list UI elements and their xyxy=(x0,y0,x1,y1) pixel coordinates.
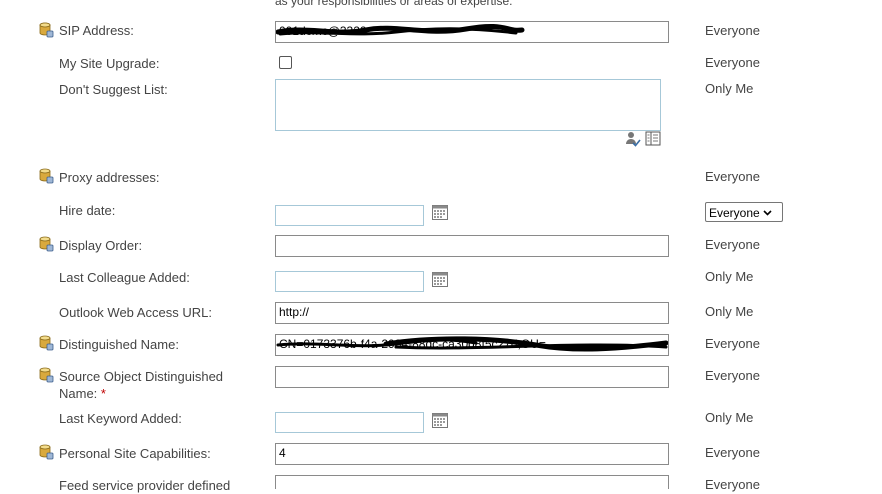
feed-service-provider-privacy: Everyone xyxy=(705,477,760,492)
required-mark: * xyxy=(100,386,106,401)
check-names-icon[interactable] xyxy=(625,131,641,147)
calendar-icon[interactable] xyxy=(432,413,448,428)
sip-address-input[interactable]: 001dcmc@3322... xyxy=(275,21,669,43)
database-icon xyxy=(39,22,54,38)
database-icon xyxy=(39,168,54,184)
database-icon xyxy=(39,236,54,252)
proxy-addresses-label: Proxy addresses: xyxy=(59,170,160,185)
display-order-input[interactable] xyxy=(275,235,669,257)
display-order-privacy: Everyone xyxy=(705,237,760,252)
intro-text: as your responsibilities or areas of exp… xyxy=(275,0,513,8)
calendar-icon[interactable] xyxy=(432,205,448,220)
hire-date-label: Hire date: xyxy=(59,203,116,218)
my-site-upgrade-label: My Site Upgrade: xyxy=(59,56,160,71)
hire-date-privacy-value: Everyone xyxy=(709,205,760,220)
dont-suggest-list-input[interactable] xyxy=(275,79,661,131)
hire-date-input[interactable] xyxy=(275,205,424,226)
sip-address-privacy: Everyone xyxy=(705,23,760,38)
owa-url-input[interactable]: http:// xyxy=(275,302,669,324)
calendar-icon[interactable] xyxy=(432,272,448,287)
database-icon xyxy=(39,444,54,460)
dont-suggest-list-privacy: Only Me xyxy=(705,81,754,96)
distinguished-name-input[interactable]: CN=0173376b-f4a-2934-88dc-ca30d8f5c27d,O… xyxy=(275,334,669,356)
last-colleague-added-input[interactable] xyxy=(275,271,424,292)
owa-url-label: Outlook Web Access URL: xyxy=(59,305,212,320)
personal-site-capabilities-input[interactable]: 4 xyxy=(275,443,669,465)
last-keyword-added-privacy: Only Me xyxy=(705,410,754,425)
my-site-upgrade-privacy: Everyone xyxy=(705,55,760,70)
distinguished-name-privacy: Everyone xyxy=(705,336,760,351)
personal-site-capabilities-privacy: Everyone xyxy=(705,445,760,460)
database-icon xyxy=(39,335,54,351)
personal-site-capabilities-label: Personal Site Capabilities: xyxy=(59,446,211,461)
feed-service-provider-label: Feed service provider defined xyxy=(59,478,231,493)
chevron-down-icon xyxy=(763,209,772,216)
source-object-dn-label-text: Source Object Distinguished Name: xyxy=(59,369,224,401)
feed-service-provider-input[interactable] xyxy=(275,475,669,489)
hire-date-privacy-select[interactable]: Everyone xyxy=(705,202,783,222)
last-colleague-added-label: Last Colleague Added: xyxy=(59,270,190,285)
distinguished-name-label: Distinguished Name: xyxy=(59,337,179,352)
address-book-icon[interactable] xyxy=(645,131,661,146)
proxy-addresses-privacy: Everyone xyxy=(705,169,760,184)
source-object-dn-input[interactable] xyxy=(275,366,669,388)
my-site-upgrade-checkbox[interactable] xyxy=(279,56,292,69)
database-icon xyxy=(39,367,54,383)
owa-url-privacy: Only Me xyxy=(705,304,754,319)
sip-address-label: SIP Address: xyxy=(59,23,134,38)
display-order-label: Display Order: xyxy=(59,238,143,253)
last-keyword-added-label: Last Keyword Added: xyxy=(59,411,182,426)
source-object-dn-privacy: Everyone xyxy=(705,368,760,383)
source-object-dn-label: Source Object Distinguished Name: * xyxy=(59,368,259,402)
last-colleague-added-privacy: Only Me xyxy=(705,269,754,284)
last-keyword-added-input[interactable] xyxy=(275,412,424,433)
dont-suggest-list-label: Don't Suggest List: xyxy=(59,82,168,97)
